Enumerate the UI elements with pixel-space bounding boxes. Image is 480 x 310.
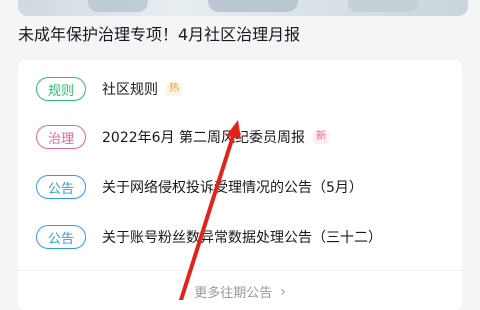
item-title: 关于账号粉丝数异常数据处理公告（三十二） bbox=[102, 230, 382, 246]
tag-announcement: 公告 bbox=[36, 225, 86, 249]
more-label: 更多往期公告 bbox=[194, 286, 273, 301]
item-title: 2022年6月 第二周风纪委员周报 bbox=[102, 130, 305, 146]
list-item-governance[interactable]: 治理 2022年6月 第二周风纪委员周报 新 bbox=[18, 122, 462, 152]
more-announcements-link[interactable]: 更多往期公告 › bbox=[18, 282, 462, 302]
tag-announcement: 公告 bbox=[36, 175, 86, 199]
chevron-right-icon: › bbox=[280, 283, 286, 300]
banner-area bbox=[0, 0, 480, 18]
new-badge: 新 bbox=[313, 130, 329, 144]
announcement-card: 规则 社区规则 热 治理 2022年6月 第二周风纪委员周报 新 公告 关于网络… bbox=[18, 60, 462, 310]
item-title: 社区规则 bbox=[102, 82, 158, 98]
tag-rule: 规则 bbox=[36, 77, 86, 101]
divider bbox=[18, 270, 462, 271]
list-item-announcement[interactable]: 公告 关于网络侵权投诉受理情况的公告（5月） bbox=[18, 172, 462, 202]
list-item-announcement[interactable]: 公告 关于账号粉丝数异常数据处理公告（三十二） bbox=[18, 222, 462, 252]
tag-governance: 治理 bbox=[36, 125, 86, 149]
hot-badge: 热 bbox=[166, 82, 182, 96]
headline-title[interactable]: 未成年保护治理专项！4月社区治理月报 bbox=[18, 24, 462, 46]
banner-image[interactable] bbox=[18, 0, 468, 16]
item-title: 关于网络侵权投诉受理情况的公告（5月） bbox=[102, 180, 363, 196]
list-item-rules[interactable]: 规则 社区规则 热 bbox=[18, 74, 462, 104]
